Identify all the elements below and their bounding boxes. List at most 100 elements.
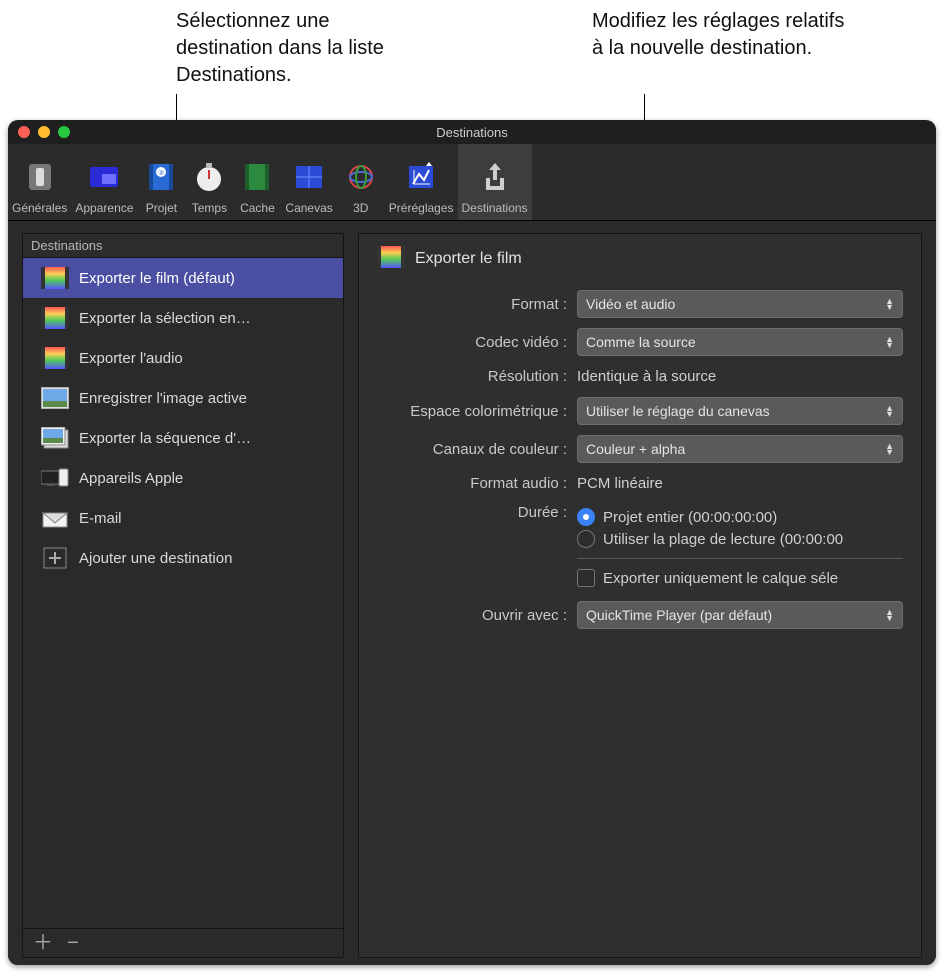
radio-label: Projet entier (00:00:00:00) bbox=[603, 509, 777, 526]
value-audiofmt: PCM linéaire bbox=[577, 473, 903, 494]
sidebar-footer: ＋ − bbox=[23, 928, 343, 957]
value-resolution: Identique à la source bbox=[577, 366, 903, 387]
chevron-up-down-icon: ▲▼ bbox=[885, 405, 894, 417]
chevron-up-down-icon: ▲▼ bbox=[885, 609, 894, 621]
tab-label: Générales bbox=[12, 201, 67, 215]
preferences-window: Destinations Générales Apparence ③ Proje… bbox=[8, 120, 936, 965]
tab-label: Destinations bbox=[462, 201, 528, 215]
callout-left: Sélectionnez une destination dans la lis… bbox=[176, 8, 406, 89]
callout-left-text: Sélectionnez une destination dans la lis… bbox=[176, 10, 384, 86]
cache-icon bbox=[237, 157, 277, 197]
tab-label: Projet bbox=[146, 201, 177, 215]
checkbox-icon bbox=[577, 569, 595, 587]
select-codec[interactable]: Comme la source▲▼ bbox=[577, 328, 903, 356]
label-format: Format : bbox=[377, 296, 577, 313]
share-icon bbox=[475, 157, 515, 197]
label-colorspace: Espace colorimétrique : bbox=[377, 403, 577, 420]
detail-title: Exporter le film bbox=[415, 250, 522, 268]
checkbox-label: Exporter uniquement le calque séle bbox=[603, 570, 838, 587]
tab-project[interactable]: ③ Projet bbox=[137, 144, 185, 220]
sidebar-item-label: Exporter le film (défaut) bbox=[79, 270, 235, 287]
select-openwith[interactable]: QuickTime Player (par défaut)▲▼ bbox=[577, 601, 903, 629]
destination-detail: Exporter le film Format : Vidéo et audio… bbox=[358, 233, 922, 958]
presets-icon bbox=[401, 157, 441, 197]
filmstrip-color-icon bbox=[41, 306, 69, 330]
tab-label: Temps bbox=[192, 201, 227, 215]
sidebar-item-label: Appareils Apple bbox=[79, 470, 183, 487]
destinations-sidebar: Destinations Exporter le film (défaut) E… bbox=[22, 233, 344, 958]
select-channels[interactable]: Couleur + alpha▲▼ bbox=[577, 435, 903, 463]
filmstrip-icon: ③ bbox=[141, 157, 181, 197]
chevron-up-down-icon: ▲▼ bbox=[885, 336, 894, 348]
radio-label: Utiliser la plage de lecture (00:00:00 bbox=[603, 531, 843, 548]
sidebar-item-email[interactable]: E-mail bbox=[23, 498, 343, 538]
remove-button[interactable]: − bbox=[67, 933, 79, 953]
divider bbox=[577, 558, 903, 559]
destinations-list: Exporter le film (défaut) Exporter la sé… bbox=[23, 258, 343, 928]
label-audiofmt: Format audio : bbox=[377, 475, 577, 492]
radio-icon bbox=[577, 530, 595, 548]
envelope-icon bbox=[41, 506, 69, 530]
radio-duration-range[interactable]: Utiliser la plage de lecture (00:00:00 bbox=[577, 530, 903, 548]
chevron-up-down-icon: ▲▼ bbox=[885, 443, 894, 455]
select-colorspace[interactable]: Utiliser le réglage du canevas▲▼ bbox=[577, 397, 903, 425]
filmstrip-color-icon bbox=[377, 246, 405, 272]
tab-canvas[interactable]: Canevas bbox=[281, 144, 336, 220]
sidebar-item-label: Exporter la sélection en… bbox=[79, 310, 251, 327]
radio-icon bbox=[577, 508, 595, 526]
label-duration: Durée : bbox=[377, 504, 577, 521]
sidebar-item-save-frame[interactable]: Enregistrer l'image active bbox=[23, 378, 343, 418]
3d-icon bbox=[341, 157, 381, 197]
appearance-icon bbox=[84, 157, 124, 197]
tab-3d[interactable]: 3D bbox=[337, 144, 385, 220]
sidebar-item-add-destination[interactable]: Ajouter une destination bbox=[23, 538, 343, 578]
sidebar-item-export-selection[interactable]: Exporter la sélection en… bbox=[23, 298, 343, 338]
close-button[interactable] bbox=[18, 126, 30, 138]
sidebar-item-label: Exporter la séquence d'… bbox=[79, 430, 251, 447]
window-title: Destinations bbox=[436, 125, 508, 140]
sidebar-item-export-sequence[interactable]: Exporter la séquence d'… bbox=[23, 418, 343, 458]
sidebar-item-export-movie[interactable]: Exporter le film (défaut) bbox=[23, 258, 343, 298]
tab-label: Cache bbox=[240, 201, 275, 215]
checkbox-export-layer-only[interactable]: Exporter uniquement le calque séle bbox=[577, 569, 903, 587]
chevron-up-down-icon: ▲▼ bbox=[885, 298, 894, 310]
label-resolution: Résolution : bbox=[377, 368, 577, 385]
callout-right-text: Modifiez les réglages relatifs à la nouv… bbox=[592, 10, 844, 59]
canvas-icon bbox=[289, 157, 329, 197]
sidebar-item-label: E-mail bbox=[79, 510, 122, 527]
zoom-button[interactable] bbox=[58, 126, 70, 138]
preferences-toolbar: Générales Apparence ③ Projet Temps Cache… bbox=[8, 144, 936, 221]
callout-right: Modifiez les réglages relatifs à la nouv… bbox=[592, 8, 852, 62]
tab-label: Préréglages bbox=[389, 201, 454, 215]
filmstrip-color-icon bbox=[41, 346, 69, 370]
plus-box-icon bbox=[41, 546, 69, 570]
filmstrip-color-icon bbox=[41, 266, 69, 290]
label-channels: Canaux de couleur : bbox=[377, 441, 577, 458]
sidebar-heading: Destinations bbox=[23, 234, 343, 258]
switch-icon bbox=[20, 157, 60, 197]
add-button[interactable]: ＋ bbox=[33, 933, 53, 953]
tab-destinations[interactable]: Destinations bbox=[458, 144, 532, 220]
tab-general[interactable]: Générales bbox=[8, 144, 71, 220]
image-stack-icon bbox=[41, 426, 69, 450]
tab-cache[interactable]: Cache bbox=[233, 144, 281, 220]
sidebar-item-label: Ajouter une destination bbox=[79, 550, 232, 567]
tab-label: Apparence bbox=[75, 201, 133, 215]
traffic-lights bbox=[18, 126, 70, 138]
stopwatch-icon bbox=[189, 157, 229, 197]
minimize-button[interactable] bbox=[38, 126, 50, 138]
window-titlebar: Destinations bbox=[8, 120, 936, 144]
sidebar-item-label: Exporter l'audio bbox=[79, 350, 183, 367]
tab-label: Canevas bbox=[285, 201, 332, 215]
sidebar-item-label: Enregistrer l'image active bbox=[79, 390, 247, 407]
tab-presets[interactable]: Préréglages bbox=[385, 144, 458, 220]
sidebar-item-apple-devices[interactable]: Appareils Apple bbox=[23, 458, 343, 498]
image-landscape-icon bbox=[41, 386, 69, 410]
tab-appearance[interactable]: Apparence bbox=[71, 144, 137, 220]
select-format[interactable]: Vidéo et audio▲▼ bbox=[577, 290, 903, 318]
tab-time[interactable]: Temps bbox=[185, 144, 233, 220]
devices-icon bbox=[41, 466, 69, 490]
tab-label: 3D bbox=[353, 201, 368, 215]
radio-duration-full[interactable]: Projet entier (00:00:00:00) bbox=[577, 508, 903, 526]
sidebar-item-export-audio[interactable]: Exporter l'audio bbox=[23, 338, 343, 378]
